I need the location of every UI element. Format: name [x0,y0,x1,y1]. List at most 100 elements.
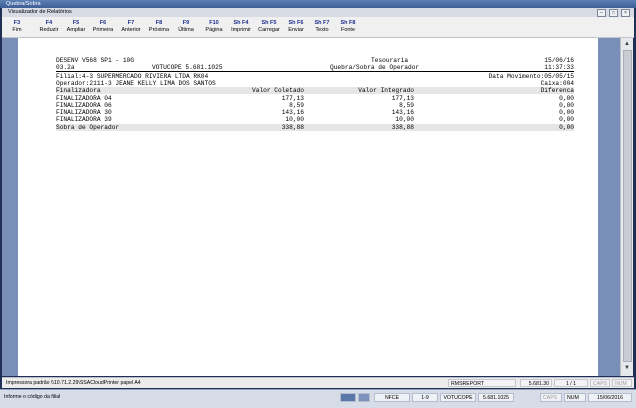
shortcut-key: F9 [182,20,190,26]
toolbar-button-reduzir[interactable]: F4 Reduzir [37,20,61,34]
window-controls: – □ × [597,9,630,17]
maximize-icon[interactable]: □ [609,9,618,17]
toolbar-button-proxima[interactable]: F8 Próxima [146,20,172,34]
table-row-cell: 8,59 [289,102,304,109]
report-version: 03.2a [56,64,75,71]
vertical-scrollbar[interactable]: ▲ ▼ [620,38,633,376]
report-time: 11:37:33 [544,64,574,71]
report-name: RMSREPORT [448,379,516,387]
button-label: Enviar [288,27,304,33]
report-filial: Filial:4-3 SUPERMERCADO RIVIERA LTDA RK0… [56,73,209,80]
keyboard-icon[interactable] [340,393,356,402]
table-row-cell: FINALIZADORA 30 [56,109,112,116]
table-row-cell: 0,00 [559,116,574,123]
total-valor-integrado: 338,88 [391,124,414,131]
shortcut-key: F3 [13,20,21,26]
table-row-cell: 8,59 [399,102,414,109]
taskbar-pos: 1-9 [412,393,438,402]
toolbar-button-pagina[interactable]: F10 Página [201,20,227,34]
scroll-thumb[interactable] [623,50,632,362]
shortcut-key: Sh F4 [233,20,249,26]
minimize-icon[interactable]: – [597,9,606,17]
table-row-cell: 10,00 [395,116,414,123]
table-row-cell: 0,00 [559,102,574,109]
toolbar-button-imprimir[interactable]: Sh F4 Imprimir [228,20,254,34]
taskbar-company: VOTUCOPE [440,393,476,402]
scroll-up-icon[interactable]: ▲ [623,40,631,48]
button-label: Próxima [148,27,170,33]
printer-info: Impressora padrão \\10.71.2.29\SSACloudP… [6,380,141,386]
report-page: DESENV V568 SP1 - 10G Tesouraria 15/06/1… [18,38,598,376]
button-label: Texto [315,27,329,33]
toolbar-button-ultima[interactable]: F9 Última [174,20,198,34]
table-row-cell: FINALIZADORA 04 [56,95,112,102]
inner-window-title: Visualizador de Relatórios [8,9,72,15]
num-indicator: NUM [612,379,632,387]
table-row-cell: 10,00 [285,116,304,123]
shortcut-key: F5 [72,20,80,26]
header-divider [56,71,574,72]
toolbar-button-anterior[interactable]: F7 Anterior [118,20,144,34]
taskbar-caps: CAPS [540,393,562,402]
button-label: Fonte [340,27,356,33]
shortcut-key: F6 [99,20,107,26]
report-date: 15/06/16 [544,57,574,64]
toolbar: F3 Fim F4 Reduzir F5 Ampliar F6 Primeira F7 A… [2,17,634,38]
total-label: Sobra de Operador [56,124,120,131]
shortcut-key: F8 [155,20,163,26]
shortcut-key: Sh F8 [340,20,356,26]
toolbar-button-texto[interactable]: Sh F7 Texto [310,20,334,34]
col-header-diferenca: Diferenca [540,87,574,94]
shortcut-key: Sh F6 [288,20,304,26]
inner-title-bar: Visualizador de Relatórios – □ × [2,8,634,17]
shortcut-key: F10 [209,20,219,26]
button-label: Primeira [92,27,114,33]
report-title: Quebra/Sobra de Operador [330,64,420,71]
button-label: Última [178,27,194,33]
table-row-cell: 143,16 [281,109,304,116]
total-diferenca: 0,00 [559,124,574,131]
taskbar: Informe o código da filial NFCE 1-9 VOTU… [0,389,636,408]
report-company: VOTUCOPE 5.681.1025 [152,64,223,71]
report-movimento: Data Movimento:05/05/15 [488,73,574,80]
table-row-cell: 177,13 [281,95,304,102]
toolbar-button-fim[interactable]: F3 Fim [6,20,28,34]
close-icon[interactable]: × [621,9,630,17]
taskbar-nfce: NFCE [374,393,410,402]
toolbar-button-fonte[interactable]: Sh F8 Fonte [336,20,360,34]
toolbar-button-ampliar[interactable]: F5 Ampliar [63,20,89,34]
right-margin-panel [598,38,620,376]
table-row-cell: 177,13 [391,95,414,102]
col-header-valor-integrado: Valor Integrado [358,87,414,94]
taskbar-version: 5.681.1025 [478,393,514,402]
shortcut-key: Sh F7 [314,20,330,26]
toolbar-button-carregar[interactable]: Sh F5 Carregar [255,20,283,34]
app-icon[interactable] [358,393,370,402]
button-label: Carregar [258,27,280,33]
button-label: Fim [12,27,22,33]
table-row-cell: 0,00 [559,95,574,102]
table-row-cell: 143,16 [391,109,414,116]
shortcut-key: Sh F5 [261,20,277,26]
shortcut-key: F7 [127,20,135,26]
status-bar: Impressora padrão \\10.71.2.29\SSACloudP… [2,377,634,388]
scroll-down-icon[interactable]: ▼ [623,364,631,372]
button-label: Página [205,27,223,33]
taskbar-date: 15/06/2016 [588,393,632,402]
button-label: Imprimir [231,27,251,33]
col-header-valor-coletado: Valor Coletado [252,87,304,94]
left-margin-panel [2,38,18,376]
outer-window-title: Quebra/Sobra [6,1,41,7]
toolbar-button-primeira[interactable]: F6 Primeira [90,20,116,34]
table-row-cell: 0,00 [559,109,574,116]
button-label: Reduzir [39,27,59,33]
hint-text: Informe o código da filial [4,394,61,400]
outer-title-bar: Quebra/Sobra [0,0,636,8]
report-caixa: Caixa:004 [540,80,574,87]
toolbar-button-enviar[interactable]: Sh F6 Enviar [284,20,308,34]
col-header-finalizadora: Finalizadora [56,87,101,94]
taskbar-num: NUM [564,393,586,402]
button-label: Anterior [121,27,141,33]
status-version: 5.681.30 [520,379,552,387]
report-system: DESENV V568 SP1 - 10G [56,57,134,64]
